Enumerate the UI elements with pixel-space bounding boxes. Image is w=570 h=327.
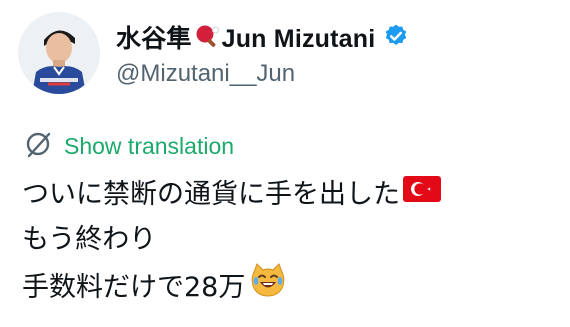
user-handle[interactable]: @Mizutani__Jun bbox=[116, 60, 409, 88]
display-name-en: Jun Mizutani bbox=[221, 25, 376, 54]
avatar-photo-icon bbox=[18, 12, 100, 94]
avatar[interactable] bbox=[18, 12, 100, 94]
tweet-line-3-text: 手数料だけで28万 bbox=[22, 271, 246, 303]
tweet-text: ついに禁断の通貨に手を出した もう終わり 手数料だけで28万 bbox=[22, 172, 442, 312]
tweet-header: 水谷隼 Jun Mizutani @Mizutani__Jun bbox=[18, 12, 409, 94]
turkey-flag-icon bbox=[402, 172, 442, 217]
tweet-line-1-text: ついに禁断の通貨に手を出した bbox=[22, 179, 400, 210]
ping-pong-icon bbox=[194, 24, 220, 57]
laughing-cat-icon bbox=[249, 262, 287, 312]
translate-icon bbox=[22, 128, 54, 165]
tweet-line-2-text: もう終わり bbox=[22, 224, 157, 255]
verified-badge-icon bbox=[383, 23, 409, 54]
display-name[interactable]: 水谷隼 Jun Mizutani bbox=[116, 19, 375, 57]
tweet-line-3: 手数料だけで28万 bbox=[22, 262, 442, 312]
tweet-line-2: もう終わり bbox=[22, 217, 442, 262]
tweet-line-1: ついに禁断の通貨に手を出した bbox=[22, 172, 442, 217]
display-name-jp: 水谷隼 bbox=[116, 25, 192, 54]
show-translation-button[interactable]: Show translation bbox=[22, 128, 234, 165]
show-translation-label: Show translation bbox=[64, 133, 235, 159]
